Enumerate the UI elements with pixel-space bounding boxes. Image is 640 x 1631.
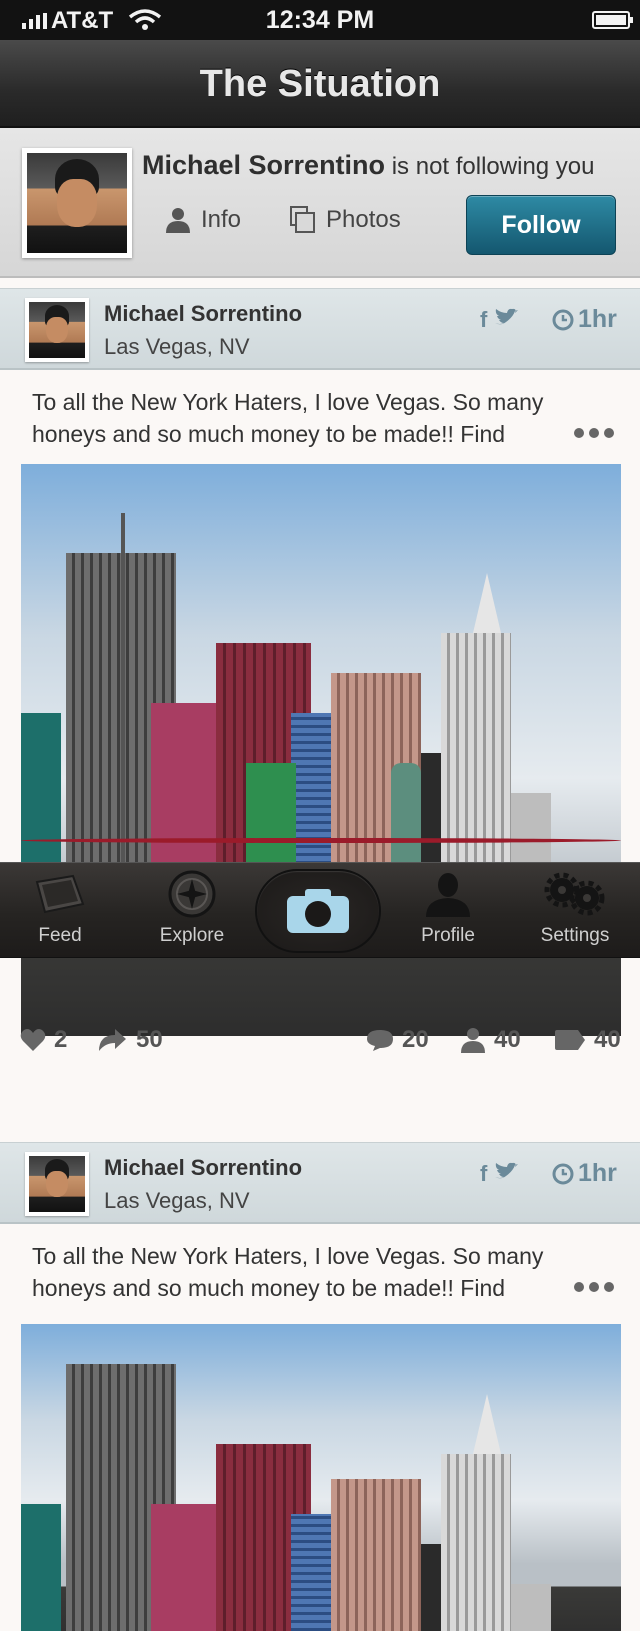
post-text: To all the New York Haters, I love Vegas… bbox=[32, 1243, 544, 1301]
status-time: 12:34 PM bbox=[265, 6, 375, 34]
tag-icon bbox=[555, 1030, 585, 1050]
post-avatar[interactable] bbox=[25, 1152, 89, 1216]
tab-profile-label: Profile bbox=[421, 925, 475, 946]
profile-header: Michael Sorrentino is not following you … bbox=[0, 128, 640, 278]
profile-avatar[interactable] bbox=[22, 148, 132, 258]
photos-icon bbox=[290, 206, 315, 233]
avatar-image bbox=[29, 302, 85, 358]
comments-button[interactable]: 20 bbox=[366, 1026, 429, 1054]
tab-settings-label: Settings bbox=[540, 925, 610, 946]
nav-bar: The Situation bbox=[0, 40, 640, 128]
people-button[interactable]: 40 bbox=[460, 1026, 521, 1054]
clock-icon bbox=[552, 309, 574, 330]
repost-button[interactable]: 50 bbox=[96, 1026, 163, 1054]
comment-count: 20 bbox=[402, 1026, 429, 1053]
tab-profile[interactable]: Profile bbox=[393, 863, 503, 959]
profile-icon bbox=[426, 873, 470, 917]
tab-bar: Feed Explore Profile Settings bbox=[0, 862, 640, 958]
tab-feed[interactable]: Feed bbox=[5, 863, 115, 959]
follow-button[interactable]: Follow bbox=[466, 195, 616, 255]
avatar-image bbox=[29, 1156, 85, 1212]
tab-settings[interactable]: Settings bbox=[520, 863, 630, 959]
twitter-icon[interactable] bbox=[493, 1161, 519, 1183]
status-bar: AT&T 12:34 PM bbox=[0, 0, 640, 40]
repost-icon bbox=[99, 1029, 126, 1051]
tab-photos[interactable]: Photos bbox=[290, 206, 401, 234]
post-location: Las Vegas, NV bbox=[104, 334, 250, 359]
post-header: Michael Sorrentino Las Vegas, NV f 1hr bbox=[0, 1142, 640, 1224]
feed-icon bbox=[35, 874, 85, 914]
tab-explore-label: Explore bbox=[159, 925, 225, 946]
tag-count: 40 bbox=[594, 1026, 621, 1053]
more-icon[interactable] bbox=[574, 428, 614, 438]
post-author[interactable]: Michael Sorrentino bbox=[104, 301, 302, 327]
share-icons: f bbox=[480, 307, 519, 333]
like-count: 2 bbox=[54, 1026, 68, 1053]
post-text: To all the New York Haters, I love Vegas… bbox=[32, 389, 544, 447]
tab-feed-label: Feed bbox=[38, 925, 82, 946]
follow-status: is not following you bbox=[391, 153, 595, 180]
battery-icon bbox=[592, 11, 633, 29]
avatar-image bbox=[27, 153, 127, 253]
profile-name-line: Michael Sorrentino is not following you bbox=[142, 150, 595, 181]
post-header: Michael Sorrentino Las Vegas, NV f 1hr bbox=[0, 288, 640, 370]
compass-icon bbox=[168, 870, 216, 918]
people-count: 40 bbox=[494, 1026, 521, 1053]
post-time: 1hr bbox=[552, 1159, 617, 1188]
page-title: The Situation bbox=[199, 63, 441, 105]
share-icons: f bbox=[480, 1161, 519, 1187]
comment-icon bbox=[367, 1030, 393, 1051]
tags-button[interactable]: 40 bbox=[554, 1026, 621, 1054]
heart-icon bbox=[20, 1029, 46, 1051]
tab-info[interactable]: Info bbox=[165, 206, 241, 234]
feed-post: Michael Sorrentino Las Vegas, NV f 1hr T… bbox=[0, 288, 640, 1118]
post-photo[interactable] bbox=[21, 1324, 621, 1631]
tab-explore[interactable]: Explore bbox=[137, 863, 247, 959]
post-avatar[interactable] bbox=[25, 298, 89, 362]
twitter-icon[interactable] bbox=[493, 307, 519, 329]
feed-post: Michael Sorrentino Las Vegas, NV f 1hr T… bbox=[0, 1142, 640, 1631]
tab-info-label: Info bbox=[201, 206, 242, 233]
like-button[interactable]: 2 bbox=[20, 1026, 67, 1054]
camera-icon bbox=[287, 889, 349, 933]
post-time: 1hr bbox=[552, 305, 617, 334]
repost-count: 50 bbox=[136, 1026, 163, 1053]
profile-name: Michael Sorrentino bbox=[142, 150, 386, 180]
facebook-icon[interactable]: f bbox=[480, 1161, 487, 1187]
facebook-icon[interactable]: f bbox=[480, 307, 487, 333]
post-location: Las Vegas, NV bbox=[104, 1188, 250, 1213]
clock-icon bbox=[552, 1163, 574, 1184]
camera-button[interactable] bbox=[255, 869, 381, 953]
more-icon[interactable] bbox=[574, 1282, 614, 1292]
post-time-label: 1hr bbox=[578, 305, 617, 333]
post-time-label: 1hr bbox=[578, 1159, 617, 1187]
post-author[interactable]: Michael Sorrentino bbox=[104, 1155, 302, 1181]
tab-photos-label: Photos bbox=[326, 206, 401, 233]
gears-icon bbox=[544, 872, 605, 916]
person-icon bbox=[461, 1028, 485, 1053]
person-icon bbox=[166, 208, 190, 233]
